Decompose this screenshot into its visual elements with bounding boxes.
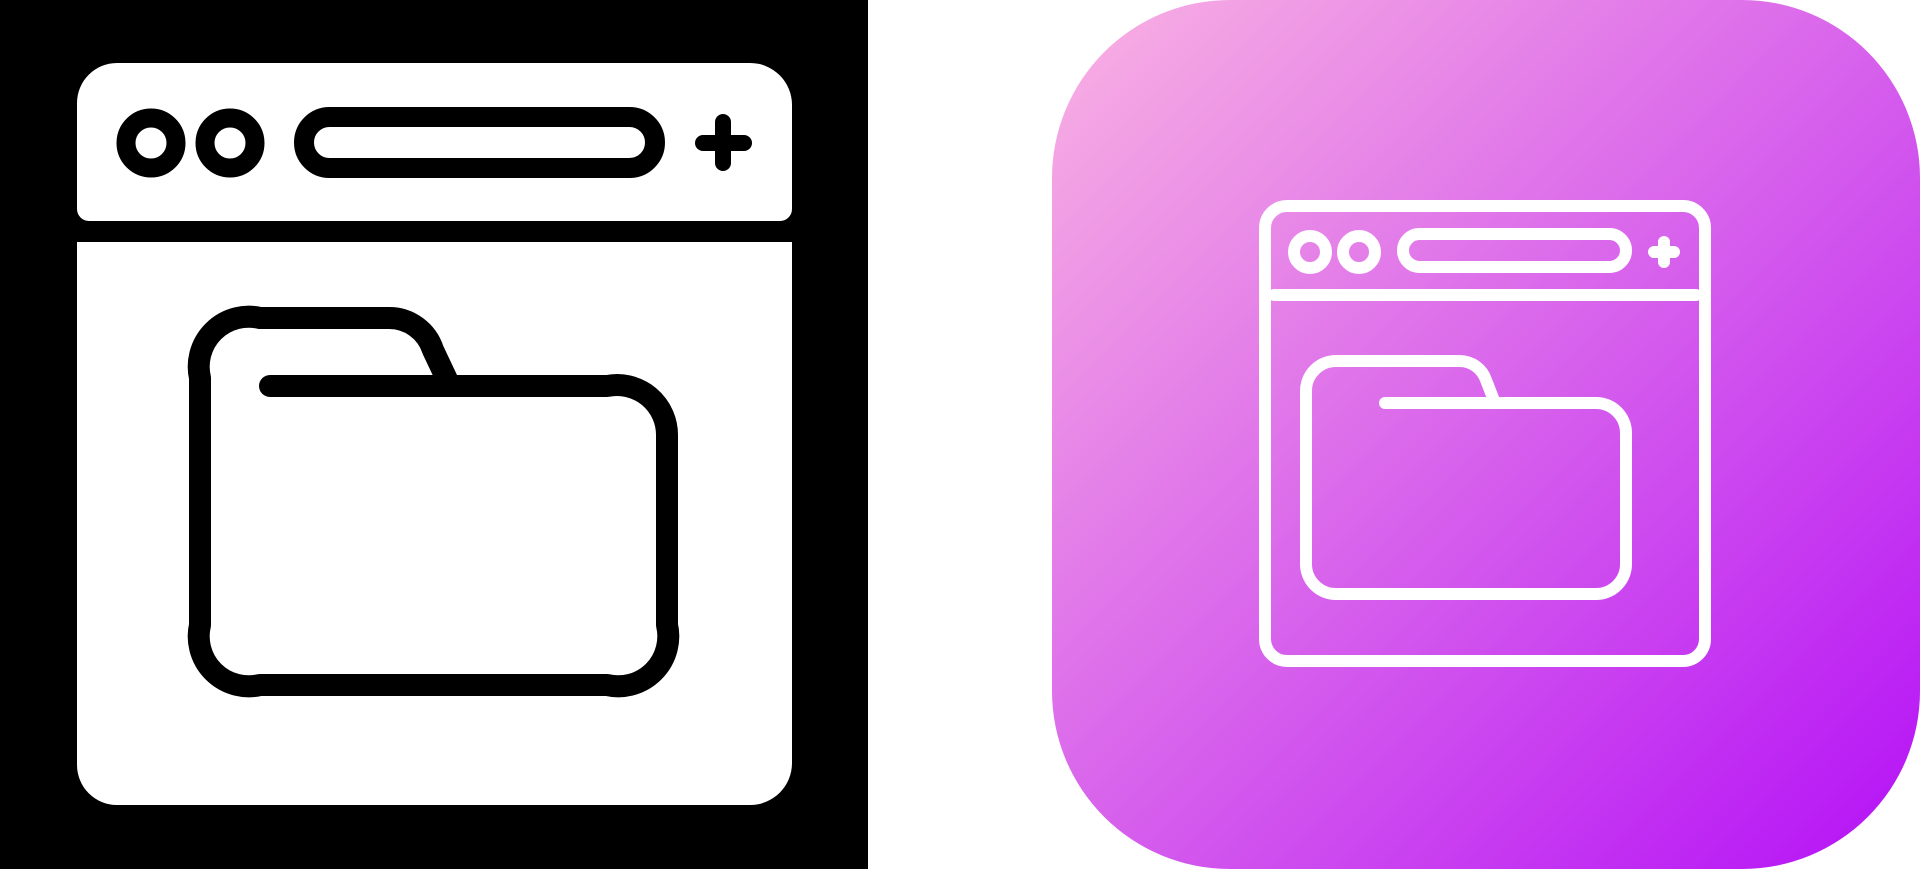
browser-window-icon (0, 0, 868, 869)
browser-window-icon (1052, 0, 1920, 869)
gradient-browser-folder-icon (1052, 0, 1920, 869)
icon-background (1052, 0, 1920, 869)
glyph-browser-folder-icon (0, 0, 868, 869)
browser-content-pane (77, 242, 792, 805)
